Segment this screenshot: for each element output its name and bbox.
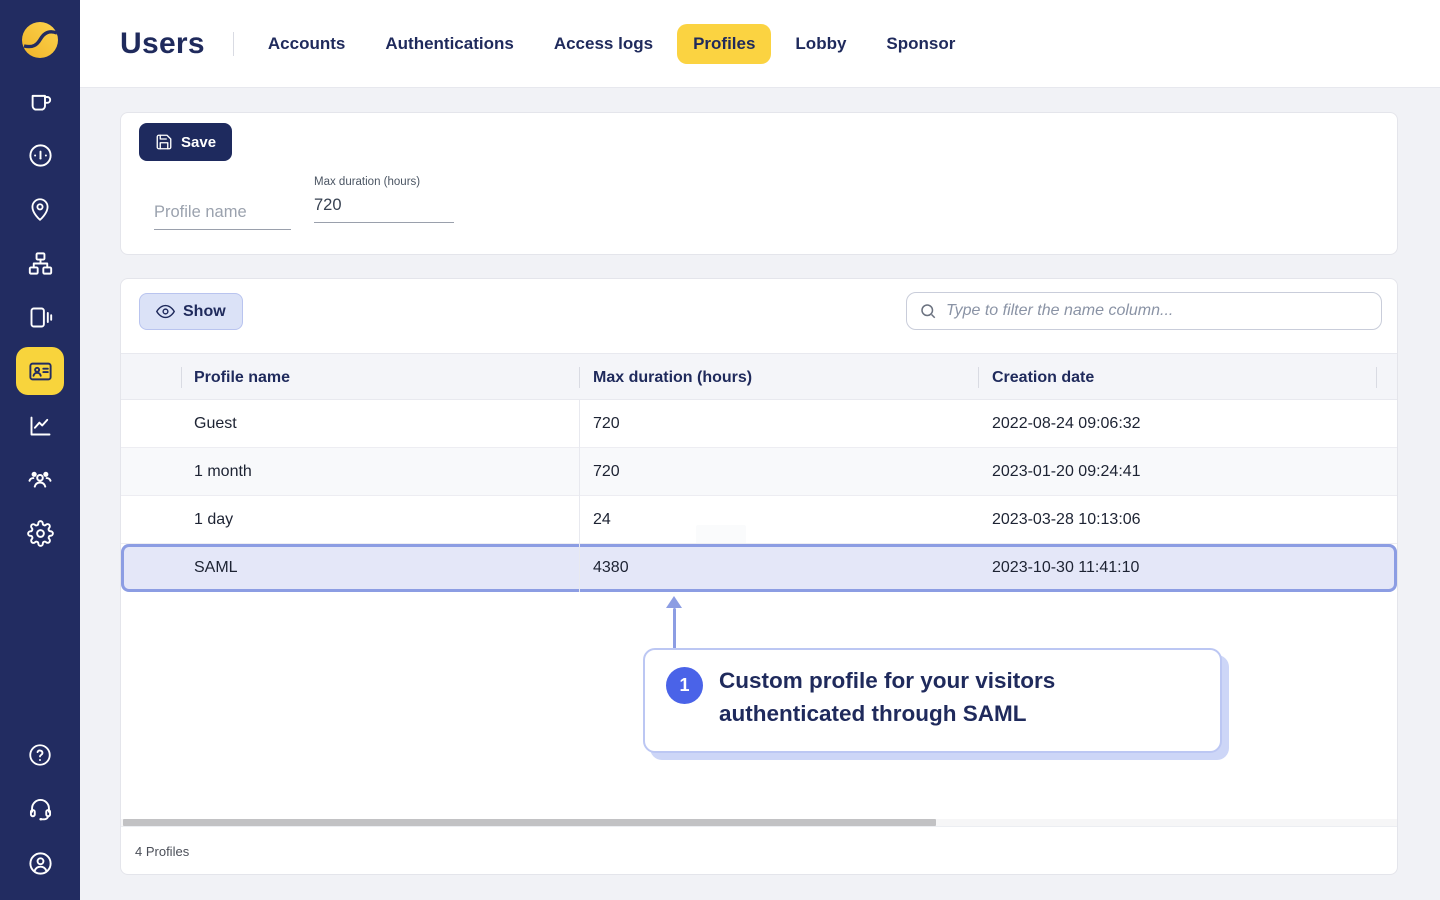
profiles-table-card: Show Profile name Max duration (hours) C… bbox=[120, 278, 1398, 875]
tab-access-logs[interactable]: Access logs bbox=[538, 24, 669, 64]
callout-arrow bbox=[664, 596, 684, 652]
cell-profile-name: Guest bbox=[194, 400, 237, 448]
column-separator bbox=[181, 367, 182, 388]
location-pin-icon bbox=[27, 196, 53, 222]
page-title: Users bbox=[120, 27, 205, 61]
account-icon bbox=[27, 850, 54, 877]
sidebar-item-help[interactable] bbox=[16, 731, 64, 779]
horizontal-scrollbar-thumb[interactable] bbox=[123, 819, 936, 826]
sidebar bbox=[0, 0, 80, 900]
column-separator bbox=[579, 367, 580, 388]
max-duration-field: Max duration (hours) bbox=[314, 176, 454, 223]
cell-profile-name: SAML bbox=[194, 544, 238, 592]
eye-icon bbox=[156, 302, 175, 321]
id-card-icon bbox=[27, 358, 54, 385]
users-group-icon bbox=[26, 465, 54, 493]
sidebar-item-settings[interactable] bbox=[16, 509, 64, 557]
support-headset-icon bbox=[27, 796, 54, 823]
brand-logo[interactable] bbox=[21, 21, 59, 59]
cell-creation-date: 2023-01-20 09:24:41 bbox=[992, 448, 1141, 496]
save-button[interactable]: Save bbox=[139, 123, 232, 161]
table-header-row: Profile name Max duration (hours) Creati… bbox=[121, 353, 1397, 400]
table-row-guest[interactable]: Guest 720 2022-08-24 09:06:32 bbox=[121, 400, 1397, 448]
kiosk-icon bbox=[27, 304, 54, 331]
save-icon bbox=[155, 133, 173, 151]
sidebar-item-analytics[interactable] bbox=[16, 401, 64, 449]
cell-max-duration: 720 bbox=[593, 448, 620, 496]
column-separator bbox=[978, 367, 979, 388]
sitemap-icon bbox=[27, 250, 54, 277]
line-chart-icon bbox=[27, 412, 54, 439]
cell-creation-date: 2023-10-30 11:41:10 bbox=[992, 544, 1139, 592]
search-icon bbox=[919, 302, 937, 320]
sidebar-item-sitemap[interactable] bbox=[16, 239, 64, 287]
tab-bar: Accounts Authentications Access logs Pro… bbox=[252, 24, 971, 64]
cell-profile-name: 1 month bbox=[194, 448, 252, 496]
horizontal-scrollbar-track[interactable] bbox=[121, 819, 1397, 826]
profile-form-card: Save Max duration (hours) bbox=[120, 112, 1398, 255]
sidebar-item-users-group[interactable] bbox=[16, 455, 64, 503]
show-button[interactable]: Show bbox=[139, 293, 243, 330]
settings-gear-icon bbox=[27, 520, 54, 547]
column-header-profile-name: Profile name bbox=[194, 354, 290, 401]
callout-text: Custom profile for your visitors authent… bbox=[719, 665, 1099, 730]
sidebar-item-location[interactable] bbox=[16, 185, 64, 233]
name-filter-input[interactable] bbox=[946, 302, 1369, 320]
cell-creation-date: 2023-03-28 10:13:06 bbox=[992, 496, 1141, 544]
step-number-badge: 1 bbox=[666, 667, 703, 704]
tab-sponsor[interactable]: Sponsor bbox=[870, 24, 971, 64]
name-filter-box bbox=[906, 292, 1382, 330]
table-row-1-day[interactable]: 1 day 24 2023-03-28 10:13:06 bbox=[121, 496, 1397, 544]
save-button-label: Save bbox=[181, 134, 216, 151]
tab-profiles[interactable]: Profiles bbox=[677, 24, 771, 64]
arrow-head-icon bbox=[666, 596, 682, 608]
column-separator bbox=[1376, 367, 1377, 388]
sidebar-item-gauge[interactable] bbox=[16, 131, 64, 179]
show-button-label: Show bbox=[183, 303, 226, 321]
sidebar-item-account[interactable] bbox=[16, 839, 64, 887]
column-header-creation-date: Creation date bbox=[992, 354, 1094, 401]
cell-max-duration: 720 bbox=[593, 400, 620, 448]
cell-max-duration: 24 bbox=[593, 496, 611, 544]
callout-box: 1 Custom profile for your visitors authe… bbox=[643, 648, 1222, 753]
help-icon bbox=[27, 742, 53, 768]
tab-authentications[interactable]: Authentications bbox=[369, 24, 529, 64]
column-header-max-duration: Max duration (hours) bbox=[593, 354, 752, 401]
profile-name-input[interactable] bbox=[154, 199, 291, 230]
body-column-separator bbox=[579, 400, 580, 592]
cell-creation-date: 2022-08-24 09:06:32 bbox=[992, 400, 1141, 448]
table-body: Guest 720 2022-08-24 09:06:32 1 month 72… bbox=[121, 400, 1397, 592]
title-divider bbox=[233, 32, 234, 56]
arrow-shaft bbox=[673, 608, 676, 650]
sidebar-item-support[interactable] bbox=[16, 785, 64, 833]
top-bar: Users Accounts Authentications Access lo… bbox=[80, 0, 1440, 88]
gauge-icon bbox=[27, 142, 54, 169]
table-row-saml[interactable]: SAML 4380 2023-10-30 11:41:10 bbox=[121, 544, 1397, 592]
sidebar-item-profiles[interactable] bbox=[16, 347, 64, 395]
sidebar-item-kiosk[interactable] bbox=[16, 293, 64, 341]
mug-icon bbox=[27, 88, 54, 115]
max-duration-label: Max duration (hours) bbox=[314, 176, 454, 188]
row-count: 4 Profiles bbox=[135, 844, 189, 859]
sidebar-item-mug[interactable] bbox=[16, 77, 64, 125]
cell-profile-name: 1 day bbox=[194, 496, 233, 544]
max-duration-input[interactable] bbox=[314, 192, 454, 223]
tab-accounts[interactable]: Accounts bbox=[252, 24, 361, 64]
profile-name-field bbox=[154, 199, 291, 230]
cell-max-duration: 4380 bbox=[593, 544, 629, 592]
tab-lobby[interactable]: Lobby bbox=[779, 24, 862, 64]
table-row-1-month[interactable]: 1 month 720 2023-01-20 09:24:41 bbox=[121, 448, 1397, 496]
table-footer: 4 Profiles bbox=[121, 826, 1397, 875]
